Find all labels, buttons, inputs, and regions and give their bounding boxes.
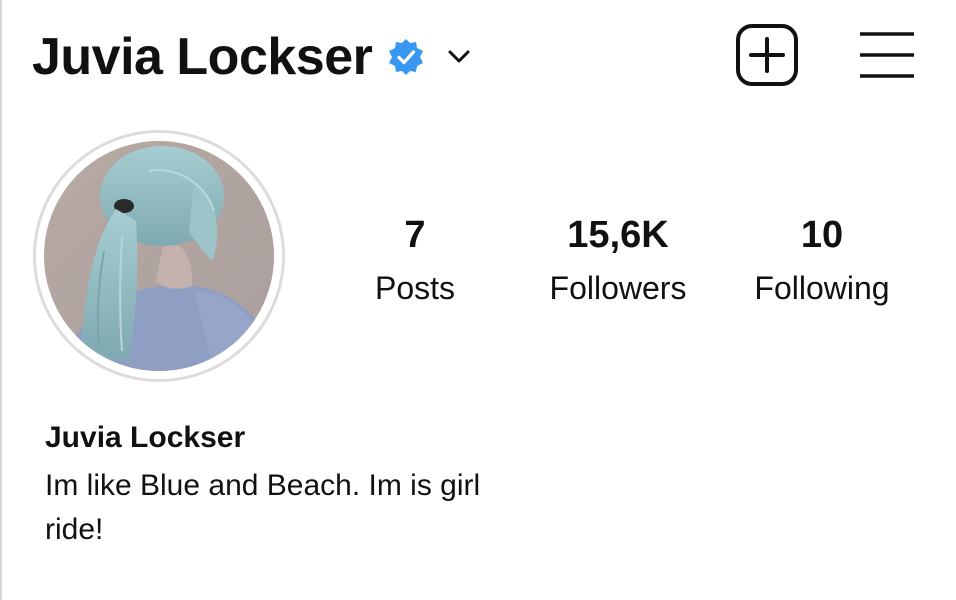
stat-posts[interactable]: 7 Posts bbox=[330, 208, 500, 314]
hamburger-menu-icon[interactable] bbox=[858, 30, 916, 80]
posts-count: 7 bbox=[404, 214, 426, 256]
avatar[interactable] bbox=[33, 130, 285, 382]
chevron-down-icon bbox=[448, 50, 470, 63]
stat-followers[interactable]: 15,6K Followers bbox=[533, 208, 703, 314]
new-post-button[interactable] bbox=[735, 23, 799, 87]
display-name: Juvia Lockser bbox=[45, 421, 246, 454]
profile-header: Juvia Lockser bbox=[0, 0, 956, 110]
account-switcher[interactable]: Juvia Lockser bbox=[32, 22, 472, 92]
verified-badge-icon bbox=[389, 39, 424, 75]
following-count: 10 bbox=[800, 214, 844, 256]
username: Juvia Lockser bbox=[32, 28, 373, 86]
stat-following[interactable]: 10 Following bbox=[737, 208, 907, 314]
posts-label: Posts bbox=[374, 270, 456, 306]
avatar-photo bbox=[44, 141, 274, 371]
following-label: Following bbox=[754, 270, 890, 306]
bio-text: Im like Blue and Beach. Im is girl ride! bbox=[45, 469, 481, 546]
followers-label: Followers bbox=[549, 270, 687, 306]
followers-count: 15,6K bbox=[567, 214, 669, 256]
